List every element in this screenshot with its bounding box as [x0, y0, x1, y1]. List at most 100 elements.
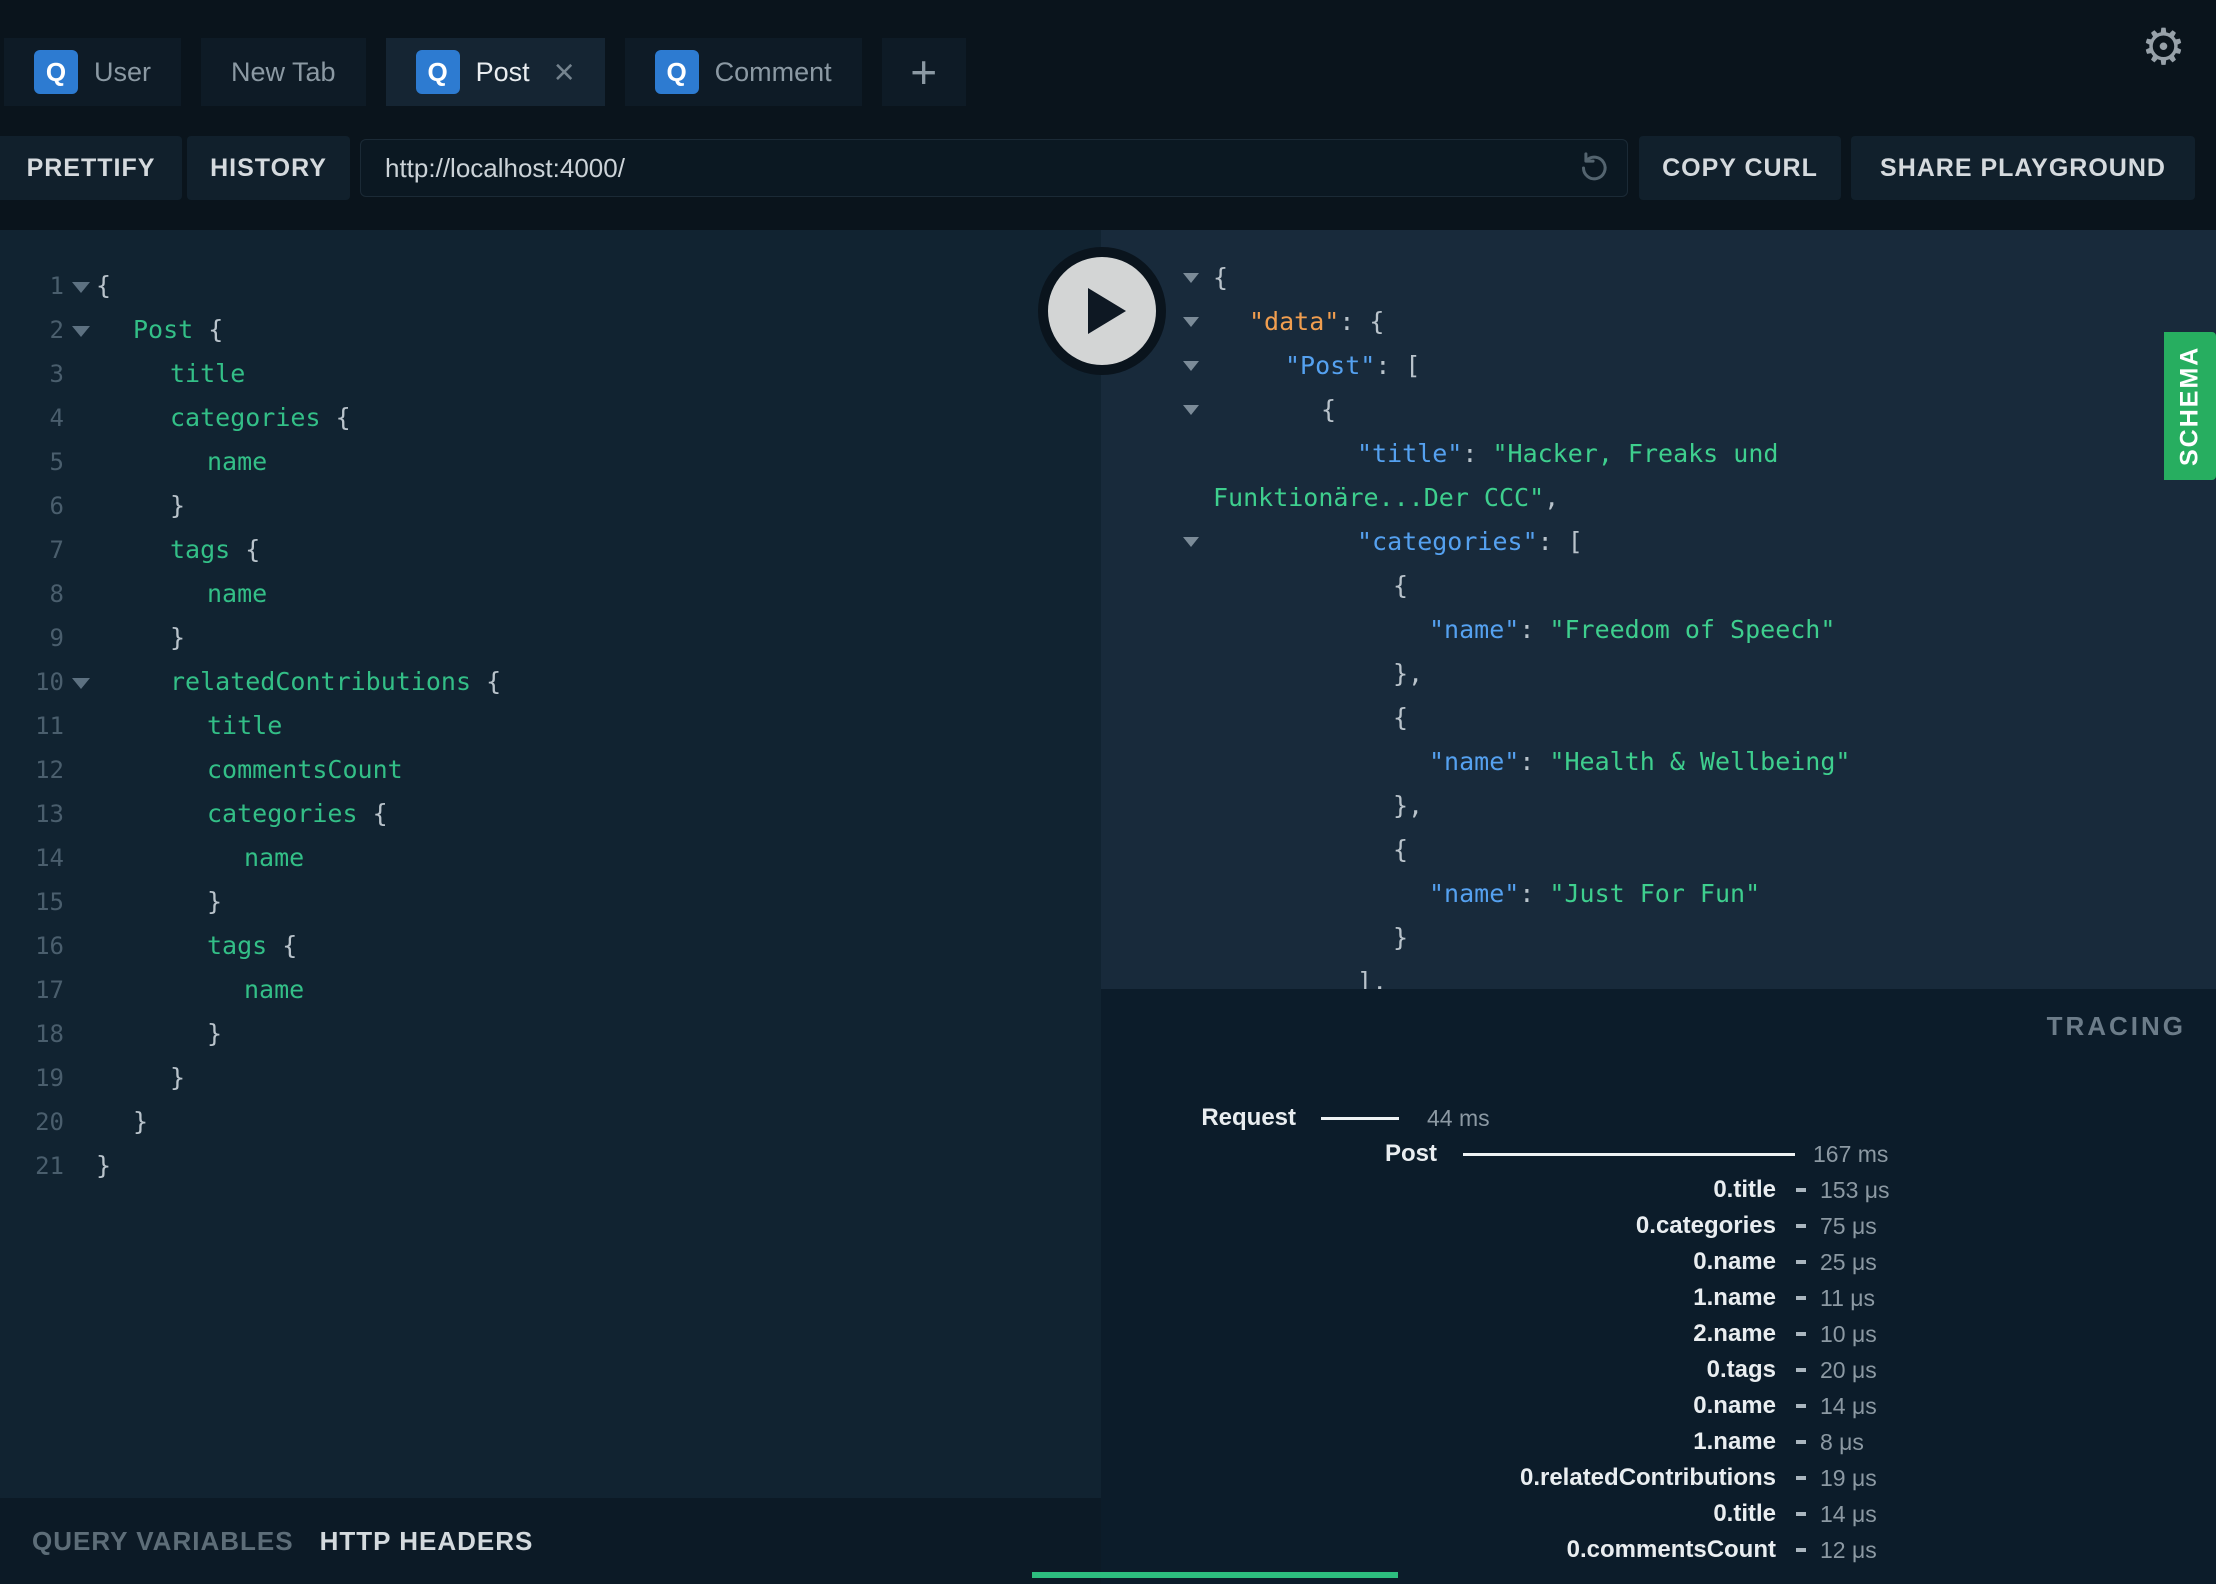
fold-arrow-icon[interactable] [64, 308, 96, 352]
endpoint-url-input[interactable] [360, 139, 1628, 197]
trace-row[interactable]: 2.name 10 μs [1101, 1316, 2216, 1352]
editor-line[interactable]: 7 tags { [0, 528, 1101, 572]
line-number: 21 [35, 1152, 64, 1180]
line-number: 6 [49, 492, 64, 520]
editor-line[interactable]: 4 categories { [0, 396, 1101, 440]
response-line-code: "data": { [1101, 300, 2216, 344]
editor-line[interactable]: 14 name [0, 836, 1101, 880]
tab-bar: Q User New Tab Q Post × Q Comment + ⚙ [0, 0, 2216, 106]
trace-row[interactable]: 1.name 8 μs [1101, 1424, 2216, 1460]
response-line-code: }, [1101, 652, 2216, 696]
response-pane[interactable]: {"data": {"Post": [{"title": "Hacker, Fr… [1101, 230, 2216, 989]
code-token: } [207, 1019, 223, 1048]
editor-line[interactable]: 13 categories { [0, 792, 1101, 836]
collapse-arrow-icon[interactable] [1183, 361, 1199, 371]
response-line: { [1101, 696, 2216, 740]
editor-line[interactable]: 6} [0, 484, 1101, 528]
http-headers-tab[interactable]: HTTP HEADERS [320, 1526, 534, 1557]
trace-row[interactable]: 0.title 14 μs [1101, 1496, 2216, 1532]
response-line: "Post": [ [1101, 344, 2216, 388]
collapse-arrow-icon[interactable] [1183, 405, 1199, 415]
tab-comment[interactable]: Q Comment [624, 38, 862, 106]
trace-row[interactable]: 1.name 11 μs [1101, 1280, 2216, 1316]
trace-row[interactable]: 0.categories 75 μs [1101, 1208, 2216, 1244]
code-token: commentsCount [207, 755, 403, 784]
code-token: "data" [1249, 307, 1340, 336]
trace-row[interactable]: 0.relatedContributions 19 μs [1101, 1460, 2216, 1496]
response-line: "name": "Health & Wellbeing" [1101, 740, 2216, 784]
settings-gear-icon[interactable]: ⚙ [2141, 22, 2186, 72]
tab-label: Post [475, 56, 530, 87]
editor-line-code: relatedContributions { [96, 660, 501, 704]
editor-line[interactable]: 18} [0, 1012, 1101, 1056]
query-badge-icon: Q [415, 50, 460, 94]
code-token: { [230, 535, 261, 564]
history-button[interactable]: HISTORY [187, 136, 350, 200]
tracing-title[interactable]: TRACING [2047, 1011, 2186, 1042]
trace-row[interactable]: Post 167 ms [1101, 1136, 2216, 1172]
editor-line[interactable]: 20} [0, 1100, 1101, 1144]
code-token: }, [1393, 791, 1424, 820]
collapse-arrow-icon[interactable] [1183, 273, 1199, 283]
trace-rows: Request 44 ms Post 167 ms 0.title 153 μs 0.cat… [1101, 1100, 2216, 1568]
query-editor-pane[interactable]: 1{2 Post {3 title 4 categories {5 name 6} 7 tags… [0, 230, 1101, 1584]
editor-line-code: tags { [96, 924, 297, 968]
share-playground-button[interactable]: SHARE PLAYGROUND [1851, 136, 2195, 200]
editor-line[interactable]: 9} [0, 616, 1101, 660]
editor-line[interactable]: 17 name [0, 968, 1101, 1012]
code-token: : [1519, 747, 1550, 776]
copy-curl-button[interactable]: COPY CURL [1639, 136, 1841, 200]
code-token: { [267, 931, 298, 960]
editor-line-code: name [96, 836, 304, 880]
prettify-button[interactable]: PRETTIFY [0, 136, 182, 200]
tab-post[interactable]: Q Post × [385, 38, 605, 106]
add-tab-button[interactable]: + [881, 38, 966, 106]
editor-line[interactable]: 5 name [0, 440, 1101, 484]
play-icon [1088, 288, 1126, 334]
editor-line[interactable]: 21} [0, 1144, 1101, 1188]
trace-row[interactable]: 0.name 25 μs [1101, 1244, 2216, 1280]
editor-line[interactable]: 12 commentsCount [0, 748, 1101, 792]
tab-label: New Tab [231, 56, 336, 87]
editor-line[interactable]: 16 tags { [0, 924, 1101, 968]
close-tab-icon[interactable]: × [554, 54, 575, 90]
execute-query-button[interactable] [1038, 247, 1166, 375]
collapse-arrow-icon[interactable] [1183, 537, 1199, 547]
editor-line[interactable]: 10 relatedContributions { [0, 660, 1101, 704]
editor-line[interactable]: 2 Post { [0, 308, 1101, 352]
trace-duration-bar [1796, 1224, 1806, 1228]
response-line: } [1101, 916, 2216, 960]
editor-line[interactable]: 19} [0, 1056, 1101, 1100]
main-area: 1{2 Post {3 title 4 categories {5 name 6} 7 tags… [0, 230, 2216, 1584]
collapse-arrow-icon[interactable] [1183, 317, 1199, 327]
line-number: 5 [49, 448, 64, 476]
trace-duration-bar [1463, 1153, 1795, 1156]
response-line-code: { [1101, 256, 2216, 300]
schema-tab[interactable]: SCHEMA [2164, 332, 2216, 480]
trace-row[interactable]: 0.commentsCount 12 μs [1101, 1532, 2216, 1568]
editor-line[interactable]: 1{ [0, 264, 1101, 308]
editor-line[interactable]: 15} [0, 880, 1101, 924]
query-variables-tab[interactable]: QUERY VARIABLES [32, 1526, 294, 1557]
trace-row[interactable]: Request 44 ms [1101, 1100, 2216, 1136]
fold-arrow-icon [64, 616, 96, 660]
trace-row[interactable]: 0.tags 20 μs [1101, 1352, 2216, 1388]
response-line-code: "name": "Freedom of Speech" [1101, 608, 2216, 652]
tab-new-tab[interactable]: New Tab [201, 38, 366, 106]
response-line: "data": { [1101, 300, 2216, 344]
editor-line[interactable]: 11 title [0, 704, 1101, 748]
trace-row[interactable]: 0.name 14 μs [1101, 1388, 2216, 1424]
editor-line-code: categories { [96, 396, 351, 440]
editor-line[interactable]: 3 title [0, 352, 1101, 396]
code-token: : [1519, 615, 1550, 644]
trace-label: 0.title [1713, 1500, 1776, 1527]
code-token: name [207, 447, 268, 476]
tab-user[interactable]: Q User [4, 38, 182, 106]
editor-line-code: name [96, 440, 267, 484]
trace-row[interactable]: 0.title 153 μs [1101, 1172, 2216, 1208]
fold-arrow-icon[interactable] [64, 264, 96, 308]
reload-icon[interactable] [1576, 150, 1612, 186]
editor-line[interactable]: 8 name [0, 572, 1101, 616]
line-number: 17 [35, 976, 64, 1004]
fold-arrow-icon[interactable] [64, 660, 96, 704]
